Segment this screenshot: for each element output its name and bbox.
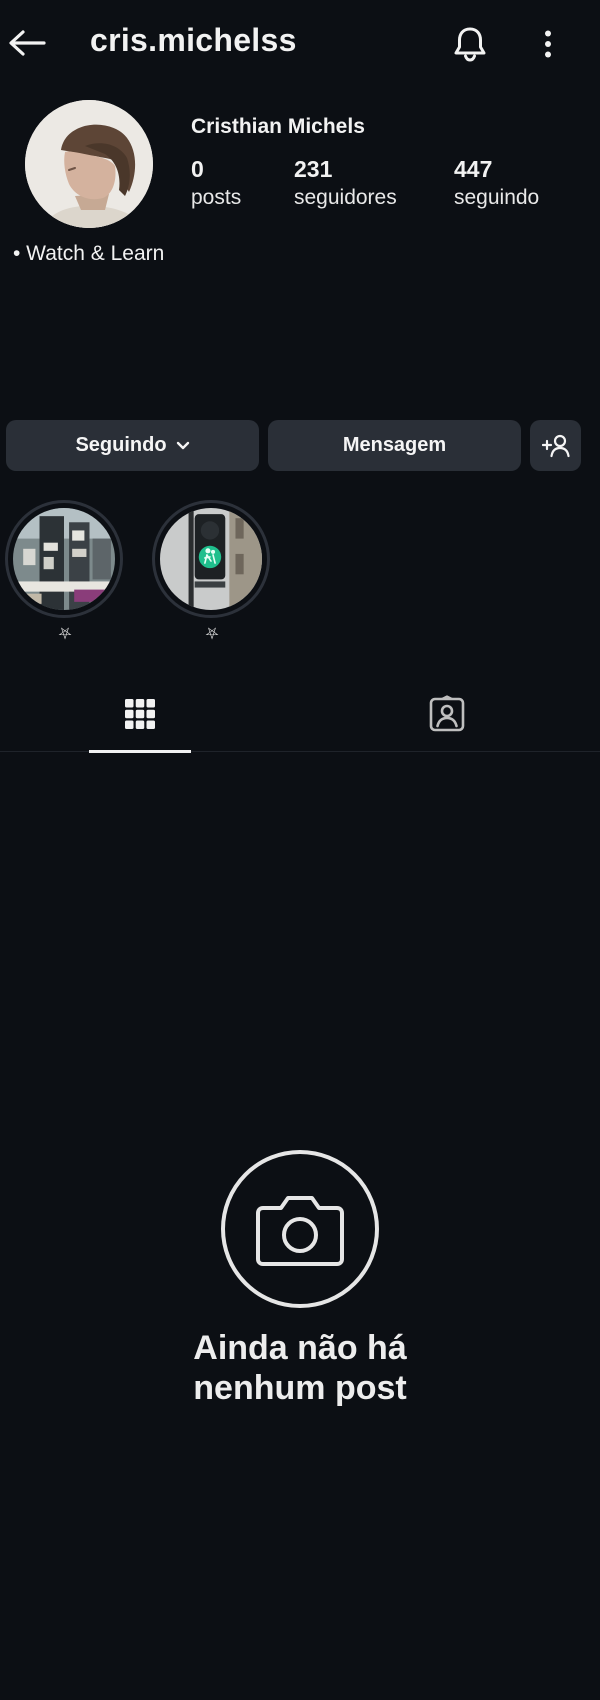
tab-tagged[interactable] xyxy=(396,675,498,752)
empty-state-line-2: nenhum post xyxy=(193,1369,407,1407)
profile-page: cris.michelss Cristhian Michels 0 posts … xyxy=(0,0,600,1700)
empty-posts-state: Ainda não há nenhum post xyxy=(0,1150,600,1408)
more-options-button[interactable] xyxy=(530,22,566,66)
message-button-label: Mensagem xyxy=(342,434,447,456)
highlight-ring xyxy=(5,500,123,618)
arrow-left-icon xyxy=(9,30,46,56)
top-bar: cris.michelss xyxy=(0,0,600,86)
profile-tabs xyxy=(0,675,600,753)
following-button[interactable]: Seguindo xyxy=(6,420,259,471)
bell-icon xyxy=(454,27,486,62)
profile-username: cris.michelss xyxy=(90,22,297,58)
posts-count: 0 posts xyxy=(191,155,241,213)
suggest-people-button[interactable] xyxy=(530,420,581,471)
grid-icon xyxy=(125,698,155,729)
empty-state-title: Ainda não há nenhum post xyxy=(0,1328,600,1408)
profile-avatar[interactable] xyxy=(25,100,153,228)
back-button[interactable] xyxy=(6,22,48,64)
tab-posts-grid[interactable] xyxy=(89,675,191,753)
profile-bio: • Watch & Learn xyxy=(13,242,165,265)
display-name: Cristhian Michels xyxy=(191,115,365,138)
empty-state-line-1: Ainda não há xyxy=(193,1329,407,1367)
followers-count[interactable]: 231 seguidores xyxy=(294,155,397,213)
posts-count-value: 0 xyxy=(191,156,204,182)
message-button[interactable]: Mensagem xyxy=(268,420,521,471)
followers-count-label: seguidores xyxy=(294,186,397,209)
following-count-label: seguindo xyxy=(454,186,540,209)
following-count-value: 447 xyxy=(454,156,493,182)
highlight-label: ⛧ xyxy=(205,626,219,643)
chevron-down-icon xyxy=(176,441,190,451)
camera-icon xyxy=(256,1196,344,1266)
notifications-button[interactable] xyxy=(448,22,492,66)
story-highlight[interactable]: ⛧ xyxy=(152,500,272,644)
followers-count-value: 231 xyxy=(294,156,333,182)
add-person-icon xyxy=(541,434,570,457)
highlight-cover-image xyxy=(160,508,262,610)
highlight-cover-image xyxy=(13,508,115,610)
more-vertical-icon xyxy=(545,30,551,58)
highlight-label: ⛧ xyxy=(58,626,72,643)
camera-circle xyxy=(221,1150,379,1308)
following-button-label: Seguindo xyxy=(75,434,167,456)
highlight-ring xyxy=(152,500,270,618)
posts-count-label: posts xyxy=(191,186,242,209)
avatar-photo xyxy=(25,100,153,228)
tagged-person-icon xyxy=(429,694,465,731)
story-highlight[interactable]: ⛧ xyxy=(5,500,125,644)
following-count[interactable]: 447 seguindo xyxy=(454,155,539,213)
